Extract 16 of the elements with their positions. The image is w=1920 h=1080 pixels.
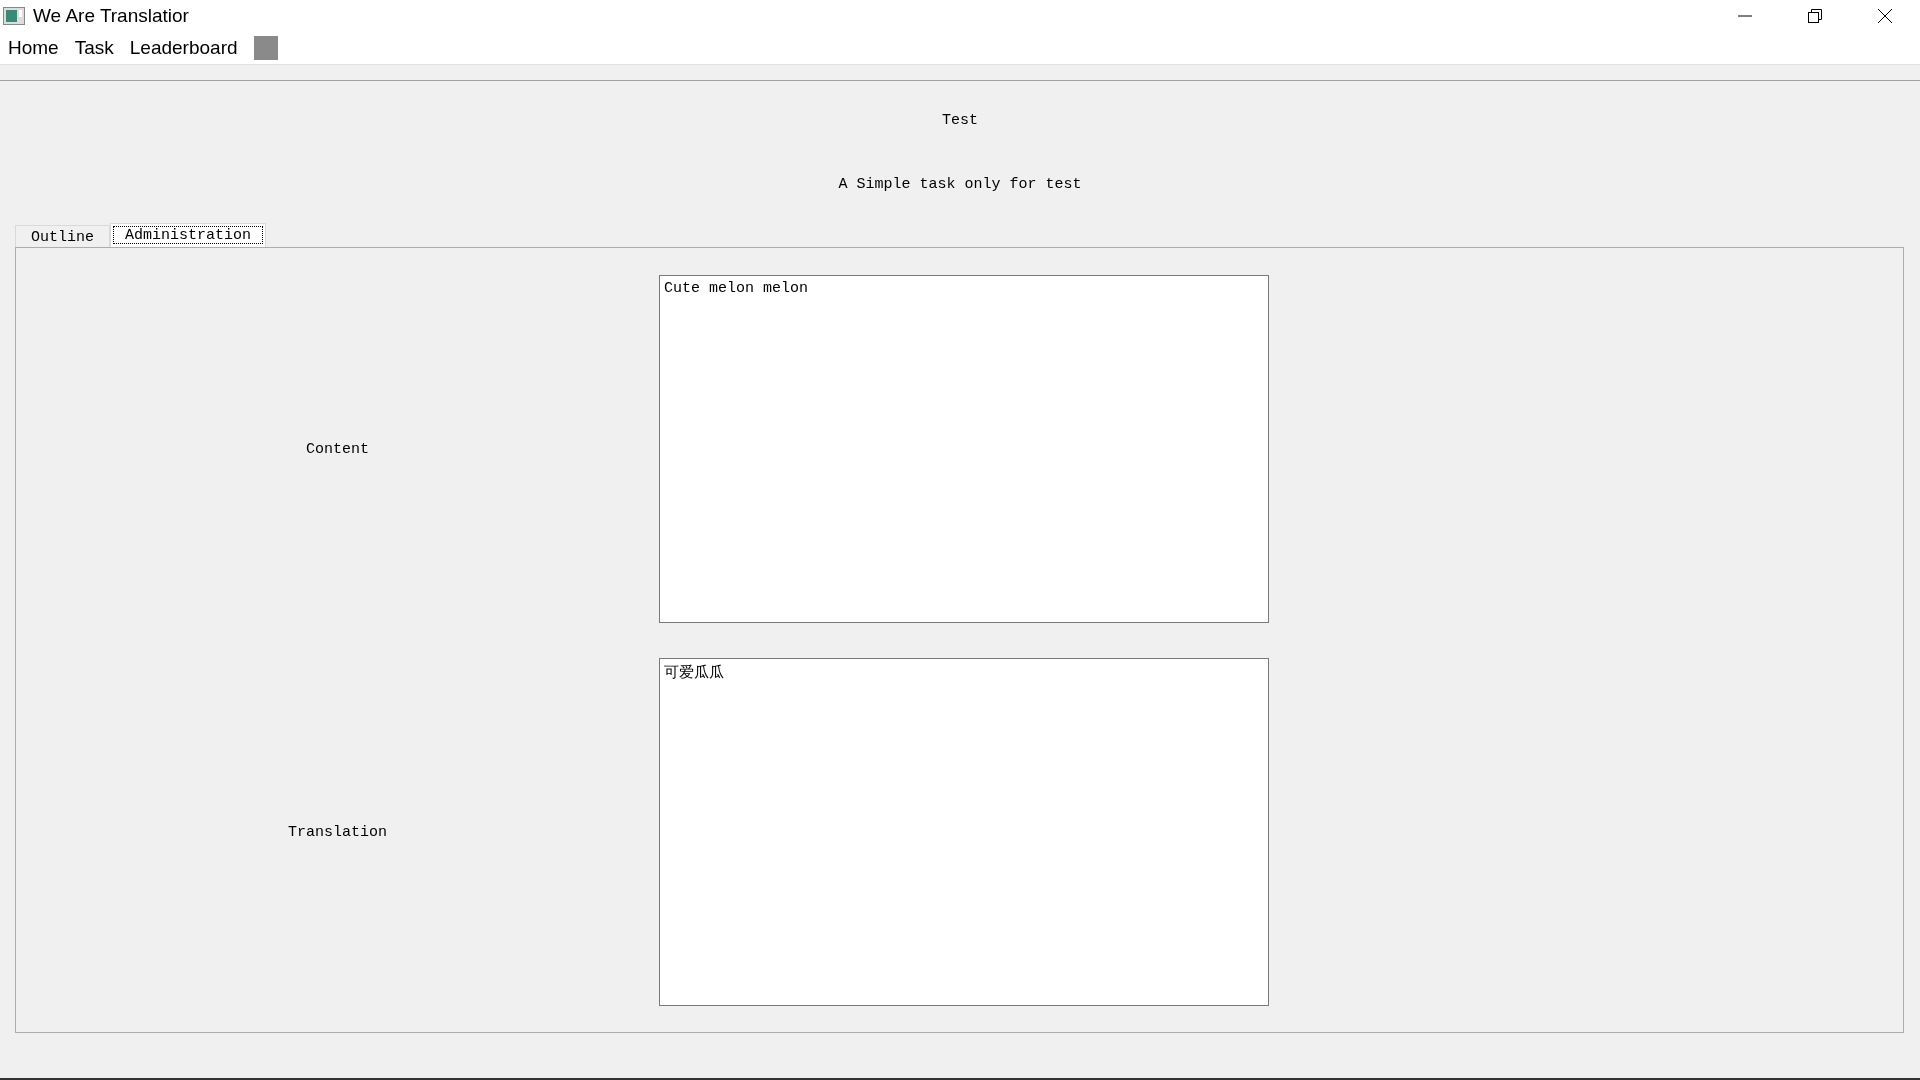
tab[interactable]: Administration xyxy=(110,223,267,247)
tab[interactable]: Outline xyxy=(15,225,110,247)
photo-placeholder[interactable] xyxy=(253,36,278,60)
menu-item[interactable]: Task xyxy=(74,37,114,59)
field-label: Translation xyxy=(288,823,387,841)
text-field[interactable]: 可爱瓜瓜 xyxy=(659,658,1269,1006)
menu-item[interactable]: Leaderboard xyxy=(129,37,238,59)
task-title: Test xyxy=(941,112,979,129)
window-title: We Are Translatior xyxy=(33,5,190,27)
task-description: A Simple task only for test xyxy=(837,176,1083,193)
menu-item[interactable]: Home xyxy=(8,37,59,59)
restore-icon[interactable] xyxy=(1808,9,1822,23)
app-icon xyxy=(3,7,25,25)
field-label: Content xyxy=(306,440,369,458)
text-field[interactable]: Cute melon melon xyxy=(659,275,1269,623)
close-icon[interactable] xyxy=(1877,8,1893,24)
